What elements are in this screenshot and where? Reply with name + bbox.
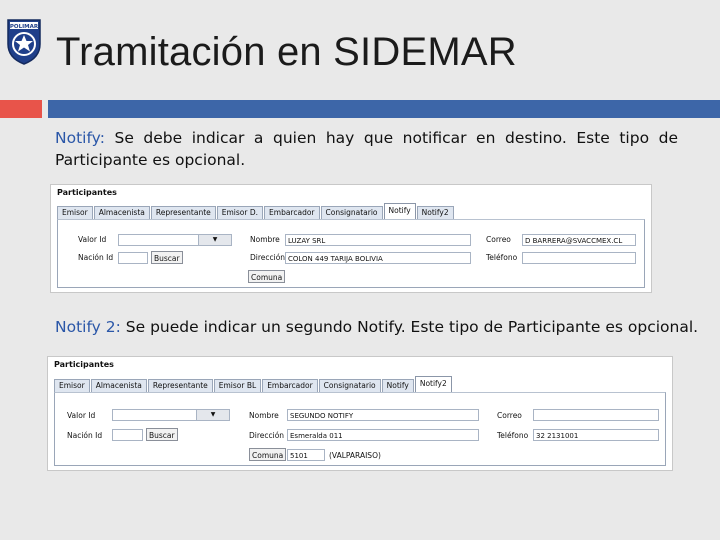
participantes-heading: Participantes bbox=[54, 360, 114, 369]
correo-input[interactable]: D BARRERA@SVACCMEX.CL bbox=[522, 234, 636, 246]
tab-almacenista[interactable]: Almacenista bbox=[90, 379, 147, 392]
tab-notify2[interactable]: Notify2 bbox=[416, 206, 454, 219]
notify2-keyword: Notify 2: bbox=[55, 318, 121, 336]
participant-panel: Valor Id ▼ Nación Id Buscar Nombre SEGUN… bbox=[54, 392, 666, 466]
nacion-id-input[interactable] bbox=[112, 429, 143, 441]
participantes-heading: Participantes bbox=[57, 188, 117, 197]
valor-id-label: Valor Id bbox=[78, 235, 107, 244]
telefono-label: Teléfono bbox=[497, 431, 529, 440]
tab-embarcador[interactable]: Embarcador bbox=[264, 206, 320, 219]
buscar-button[interactable]: Buscar bbox=[151, 251, 183, 264]
comuna-button[interactable]: Comuna bbox=[249, 448, 287, 461]
chevron-down-icon[interactable]: ▼ bbox=[196, 410, 229, 420]
direccion-input[interactable]: Esmeralda 011 bbox=[287, 429, 479, 441]
telefono-input[interactable] bbox=[522, 252, 636, 264]
page-title: Tramitación en SIDEMAR bbox=[56, 30, 517, 74]
star-shield-logo: POLIMAR bbox=[7, 19, 41, 65]
nacion-id-label: Nación Id bbox=[67, 431, 103, 440]
tab-emisor[interactable]: Emisor bbox=[57, 206, 93, 219]
tab-almacenista[interactable]: Almacenista bbox=[93, 206, 150, 219]
correo-label: Correo bbox=[486, 235, 511, 244]
notify-description: Notify: Se debe indicar a quien hay que … bbox=[55, 127, 678, 171]
comuna-code-input[interactable]: 5101 bbox=[287, 449, 325, 461]
svg-text:POLIMAR: POLIMAR bbox=[10, 24, 39, 30]
valor-id-label: Valor Id bbox=[67, 411, 96, 420]
correo-label: Correo bbox=[497, 411, 522, 420]
notify-keyword: Notify: bbox=[55, 129, 105, 147]
accent-bar-blue bbox=[48, 100, 720, 118]
tab-notify[interactable]: Notify bbox=[381, 379, 414, 392]
chevron-down-icon[interactable]: ▼ bbox=[198, 235, 231, 245]
notify2-form-screenshot: Participantes Emisor Almacenista Represe… bbox=[47, 356, 673, 471]
comuna-name: (VALPARAISO) bbox=[329, 451, 381, 460]
correo-input[interactable] bbox=[533, 409, 659, 421]
notify-text: Se debe indicar a quien hay que notifica… bbox=[55, 129, 678, 169]
tab-embarcador[interactable]: Embarcador bbox=[262, 379, 318, 392]
tab-emisor-bl[interactable]: Emisor BL bbox=[213, 379, 262, 392]
tab-emisor-d[interactable]: Emisor D. bbox=[216, 206, 264, 219]
tab-consignatario[interactable]: Consignatario bbox=[318, 379, 381, 392]
telefono-label: Teléfono bbox=[486, 253, 518, 262]
nacion-id-input[interactable] bbox=[118, 252, 148, 264]
tab-notify2[interactable]: Notify2 bbox=[414, 376, 452, 392]
tab-notify[interactable]: Notify bbox=[383, 203, 416, 219]
nombre-label: Nombre bbox=[249, 411, 279, 420]
nombre-label: Nombre bbox=[250, 235, 280, 244]
notify2-text: Se puede indicar un segundo Notify. Este… bbox=[120, 318, 699, 336]
telefono-input[interactable]: 32 2131001 bbox=[533, 429, 659, 441]
buscar-button[interactable]: Buscar bbox=[146, 428, 178, 441]
notify-form-screenshot: Participantes Emisor Almacenista Represe… bbox=[50, 184, 652, 293]
nacion-id-label: Nación Id bbox=[78, 253, 114, 262]
accent-bar-red bbox=[0, 100, 42, 118]
direccion-input[interactable]: COLON 449 TARIJA BOLIVIA bbox=[285, 252, 471, 264]
direccion-label: Dirección bbox=[249, 431, 285, 440]
direccion-label: Dirección bbox=[250, 253, 286, 262]
participant-tabs: Emisor Almacenista Representante Emisor … bbox=[54, 376, 453, 392]
tab-consignatario[interactable]: Consignatario bbox=[320, 206, 383, 219]
participant-panel: Valor Id ▼ Nación Id Buscar Nombre LUZAY… bbox=[57, 219, 645, 288]
nombre-input[interactable]: SEGUNDO NOTIFY bbox=[287, 409, 479, 421]
nombre-input[interactable]: LUZAY SRL bbox=[285, 234, 471, 246]
valor-id-select[interactable]: ▼ bbox=[118, 234, 232, 246]
valor-id-select[interactable]: ▼ bbox=[112, 409, 230, 421]
participant-tabs: Emisor Almacenista Representante Emisor … bbox=[57, 203, 455, 219]
comuna-button[interactable]: Comuna bbox=[248, 270, 286, 283]
notify2-description: Notify 2: Se puede indicar un segundo No… bbox=[55, 316, 715, 338]
tab-representante[interactable]: Representante bbox=[150, 206, 216, 219]
tab-representante[interactable]: Representante bbox=[147, 379, 213, 392]
tab-emisor[interactable]: Emisor bbox=[54, 379, 90, 392]
